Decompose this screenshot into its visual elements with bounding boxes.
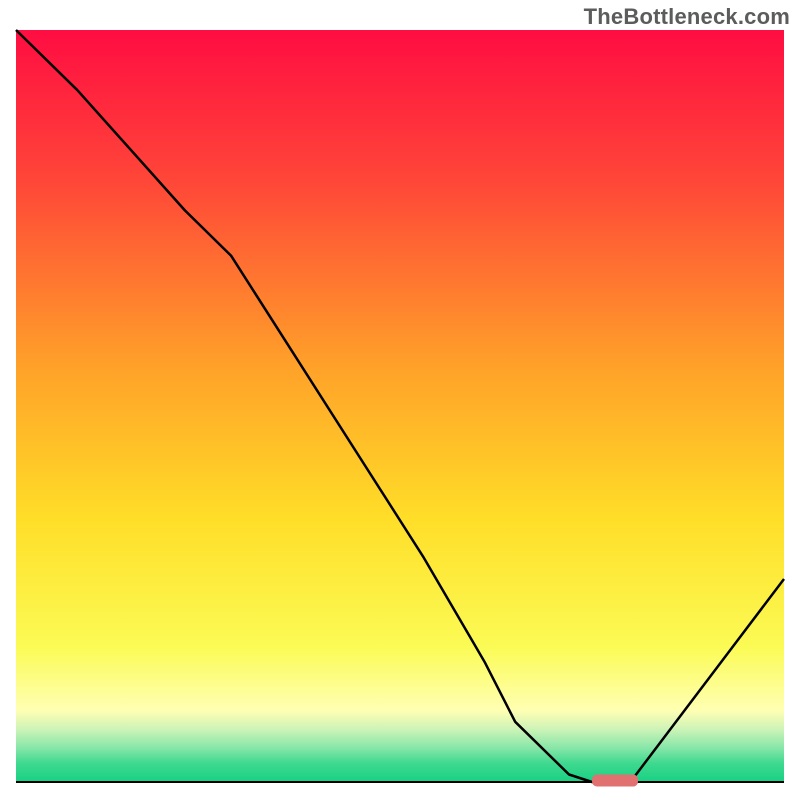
chart-stage: TheBottleneck.com xyxy=(0,0,800,800)
bottleneck-chart xyxy=(0,0,800,800)
optimal-marker xyxy=(592,774,638,786)
plot-background xyxy=(16,30,784,782)
